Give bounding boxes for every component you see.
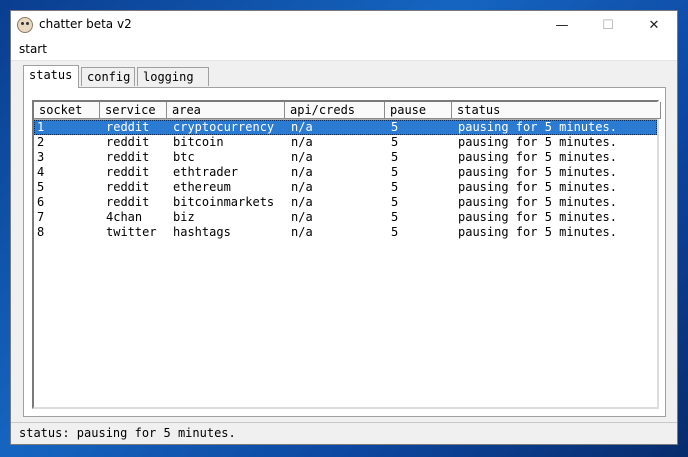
table-row[interactable]: 5 reddit ethereum n/a 5 pausing for 5 mi… — [34, 180, 657, 195]
cell-socket: 5 — [37, 180, 45, 194]
cell-status: pausing for 5 minutes. — [458, 165, 617, 179]
cell-status: pausing for 5 minutes. — [458, 135, 617, 149]
column-header-status[interactable]: status — [452, 102, 661, 119]
cell-area: ethereum — [173, 180, 231, 194]
cell-pause: 5 — [391, 180, 399, 194]
app-window: chatter beta v2 — ☐ ✕ start status confi… — [10, 10, 678, 445]
cell-service: reddit — [106, 165, 150, 179]
cell-api-creds: n/a — [291, 225, 313, 239]
title-bar[interactable]: chatter beta v2 — ☐ ✕ — [11, 11, 677, 40]
cell-pause: 5 — [391, 195, 399, 209]
cell-status: pausing for 5 minutes. — [458, 180, 617, 194]
table-header: socket service area api/creds pause stat… — [34, 102, 661, 120]
column-header-service[interactable]: service — [100, 102, 167, 119]
table-row[interactable]: 2 reddit bitcoin n/a 5 pausing for 5 min… — [34, 135, 657, 150]
cell-area: bitcoinmarkets — [173, 195, 275, 209]
cell-api-creds: n/a — [291, 135, 313, 149]
cell-socket: 3 — [37, 150, 45, 164]
cell-socket: 1 — [37, 120, 45, 134]
table-row[interactable]: 1 reddit cryptocurrency n/a 5 pausing fo… — [34, 120, 657, 135]
column-header-socket[interactable]: socket — [34, 102, 100, 119]
cell-pause: 5 — [391, 135, 399, 149]
tab-status[interactable]: status — [23, 65, 79, 88]
maximize-button[interactable]: ☐ — [585, 11, 631, 40]
cell-api-creds: n/a — [291, 195, 313, 209]
cell-area: btc — [173, 150, 195, 164]
column-header-area[interactable]: area — [167, 102, 285, 119]
table-row[interactable]: 6 reddit bitcoinmarkets n/a 5 pausing fo… — [34, 195, 657, 210]
cell-api-creds: n/a — [291, 165, 313, 179]
cell-service: reddit — [106, 195, 150, 209]
cell-area: bitcoin — [173, 135, 224, 149]
cell-status: pausing for 5 minutes. — [458, 210, 617, 224]
cell-pause: 5 — [391, 165, 399, 179]
cell-socket: 7 — [37, 210, 45, 224]
cell-api-creds: n/a — [291, 180, 313, 194]
cell-service: 4chan — [106, 210, 143, 224]
minimize-button[interactable]: — — [539, 11, 585, 40]
cell-socket: 4 — [37, 165, 45, 179]
table-row[interactable]: 8 twitter hashtags n/a 5 pausing for 5 m… — [34, 225, 657, 240]
cell-area: biz — [173, 210, 195, 224]
status-bar: status: pausing for 5 minutes. — [11, 422, 677, 444]
cell-service: reddit — [106, 135, 150, 149]
cell-pause: 5 — [391, 150, 399, 164]
cell-service: reddit — [106, 180, 150, 194]
table-row[interactable]: 7 4chan biz n/a 5 pausing for 5 minutes. — [34, 210, 657, 225]
column-header-pause[interactable]: pause — [385, 102, 452, 119]
cell-api-creds: n/a — [291, 120, 313, 134]
table-row[interactable]: 3 reddit btc n/a 5 pausing for 5 minutes… — [34, 150, 657, 165]
cell-api-creds: n/a — [291, 150, 313, 164]
cell-service: reddit — [106, 150, 150, 164]
cell-api-creds: n/a — [291, 210, 313, 224]
tab-config[interactable]: config — [81, 67, 135, 86]
cell-status: pausing for 5 minutes. — [458, 120, 617, 134]
cell-status: pausing for 5 minutes. — [458, 195, 617, 209]
status-tab-panel: socket service area api/creds pause stat… — [23, 87, 666, 417]
menu-item-start[interactable]: start — [19, 42, 47, 56]
cell-pause: 5 — [391, 210, 399, 224]
app-face-icon — [17, 17, 33, 33]
cell-socket: 8 — [37, 225, 45, 239]
menu-bar: start — [11, 40, 677, 61]
cell-pause: 5 — [391, 120, 399, 134]
cell-service: twitter — [106, 225, 157, 239]
cell-area: hashtags — [173, 225, 231, 239]
status-bar-text: status: pausing for 5 minutes. — [19, 426, 236, 440]
cell-area: cryptocurrency — [173, 120, 275, 134]
table-row[interactable]: 4 reddit ethtrader n/a 5 pausing for 5 m… — [34, 165, 657, 180]
cell-pause: 5 — [391, 225, 399, 239]
close-button[interactable]: ✕ — [631, 11, 677, 40]
tab-logging[interactable]: logging — [137, 67, 209, 86]
window-title: chatter beta v2 — [39, 17, 132, 31]
cell-area: ethtrader — [173, 165, 239, 179]
socket-list-view[interactable]: socket service area api/creds pause stat… — [32, 100, 661, 409]
column-header-api-creds[interactable]: api/creds — [285, 102, 385, 119]
cell-socket: 6 — [37, 195, 45, 209]
cell-service: reddit — [106, 120, 150, 134]
cell-status: pausing for 5 minutes. — [458, 225, 617, 239]
cell-status: pausing for 5 minutes. — [458, 150, 617, 164]
cell-socket: 2 — [37, 135, 45, 149]
